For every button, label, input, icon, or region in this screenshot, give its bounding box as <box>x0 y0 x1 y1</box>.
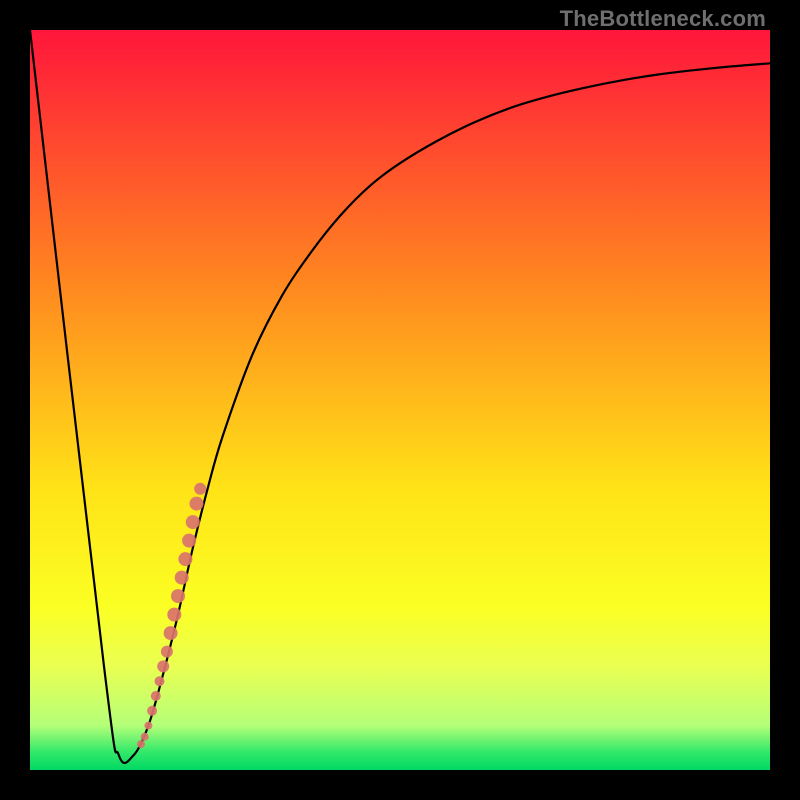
chart-frame: TheBottleneck.com <box>0 0 800 800</box>
sample-point <box>194 483 206 495</box>
sample-point <box>137 740 145 748</box>
sample-point <box>157 660 169 672</box>
sample-point <box>186 515 200 529</box>
sample-point <box>171 589 185 603</box>
plot-area <box>30 30 770 770</box>
sample-point <box>141 733 149 741</box>
gradient-background <box>30 30 770 770</box>
sample-point <box>190 497 204 511</box>
sample-point <box>167 608 181 622</box>
sample-point <box>151 691 161 701</box>
sample-point <box>155 676 165 686</box>
sample-point <box>175 571 189 585</box>
sample-point <box>164 626 178 640</box>
chart-svg <box>30 30 770 770</box>
sample-point <box>147 706 157 716</box>
sample-point <box>178 552 192 566</box>
sample-point <box>144 722 152 730</box>
sample-point <box>161 646 173 658</box>
sample-point <box>182 534 196 548</box>
watermark-text: TheBottleneck.com <box>560 6 766 32</box>
